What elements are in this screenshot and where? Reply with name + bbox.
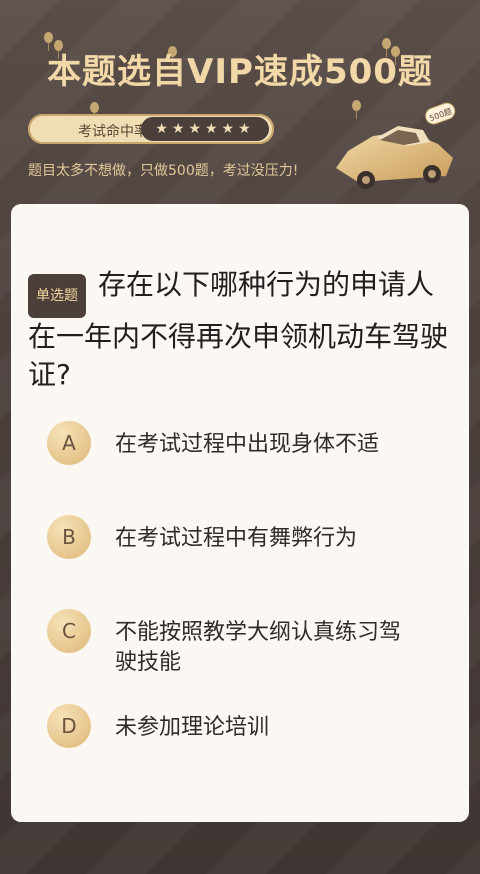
- promo-subline: 题目太多不想做，只做500题，考过没压力!: [28, 163, 299, 179]
- question-text: 存在以下哪种行为的申请人在一年内不得再次申领机动车驾驶证?: [28, 268, 449, 391]
- option-letter: D: [47, 704, 91, 748]
- car-icon: 500题: [336, 102, 456, 189]
- balloon-icon: [44, 32, 53, 51]
- option-text: 在考试过程中有舞弊行为: [115, 526, 358, 551]
- option-text: 不能按照教学大纲认真练习驾驶技能: [115, 620, 402, 675]
- question: 单选题 存在以下哪种行为的申请人在一年内不得再次申领机动车驾驶证?: [28, 266, 448, 394]
- option-d[interactable]: D 未参加理论培训: [47, 704, 427, 748]
- question-type-badge: 单选题: [28, 274, 86, 318]
- option-text: 在考试过程中出现身体不适: [115, 432, 380, 457]
- hit-rate-pill: 考试命中率 ★★★★★★: [28, 114, 274, 144]
- option-letter: A: [47, 421, 91, 465]
- rating-stars: ★★★★★★: [141, 117, 269, 141]
- question-text-wrapper: 单选题 存在以下哪种行为的申请人在一年内不得再次申领机动车驾驶证?: [28, 266, 448, 394]
- option-a[interactable]: A 在考试过程中出现身体不适: [47, 421, 427, 465]
- option-text: 未参加理论培训: [115, 715, 270, 740]
- option-letter: B: [47, 515, 91, 559]
- option-b[interactable]: B 在考试过程中有舞弊行为: [47, 515, 427, 559]
- option-letter: C: [47, 609, 91, 653]
- hit-rate-label: 考试命中率: [78, 124, 148, 140]
- option-c[interactable]: C 不能按照教学大纲认真练习驾驶技能: [47, 609, 427, 679]
- balloon-icon: [90, 102, 99, 121]
- promo-title: 本题选自VIP速成500题: [47, 52, 433, 92]
